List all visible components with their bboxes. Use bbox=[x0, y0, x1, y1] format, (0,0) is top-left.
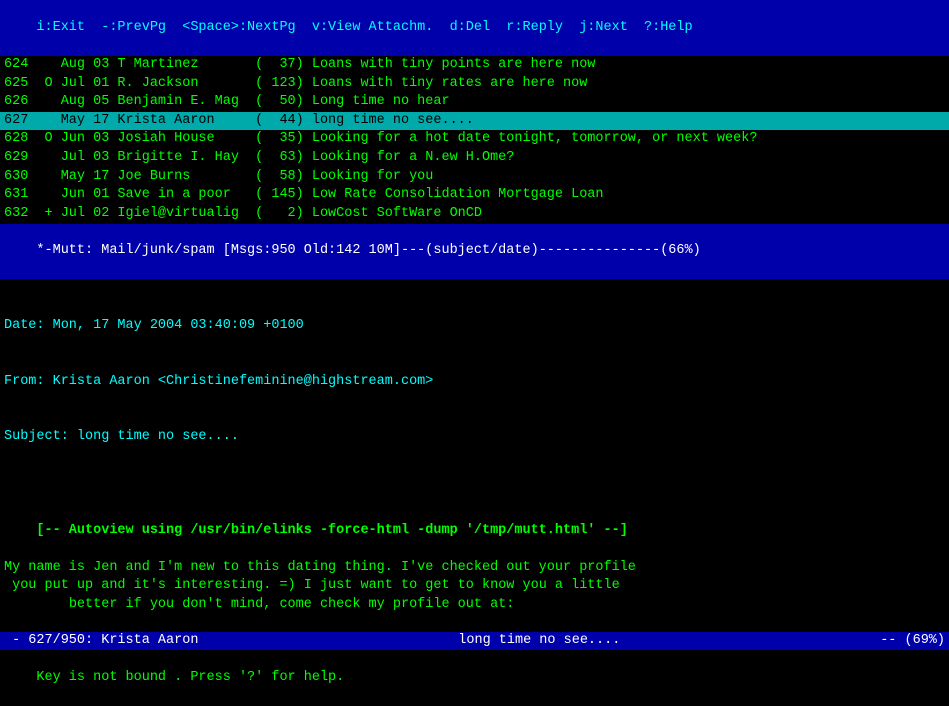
bottom-help-bar: Key is not bound . Press '?' for help. bbox=[0, 650, 949, 706]
email-row[interactable]: 631 Jun 01 Save in a poor ( 145) Low Rat… bbox=[0, 186, 949, 205]
bottom-status-right: -- (69%) bbox=[880, 632, 945, 651]
top-bar-label: i:Exit -:PrevPg <Space>:NextPg v:View At… bbox=[36, 20, 692, 35]
email-header: Date: Mon, 17 May 2004 03:40:09 +0100 Fr… bbox=[0, 279, 949, 484]
bottom-status-left: - 627/950: Krista Aaron bbox=[4, 632, 198, 651]
bottom-bar-label: Key is not bound . Press '?' for help. bbox=[36, 670, 344, 685]
top-menu-bar: i:Exit -:PrevPg <Space>:NextPg v:View At… bbox=[0, 0, 949, 56]
email-row[interactable]: 626 Aug 05 Benjamin E. Mag ( 50) Long ti… bbox=[0, 93, 949, 112]
email-row[interactable]: 627 May 17 Krista Aaron ( 44) long time … bbox=[0, 112, 949, 131]
autoview-header: [-- Autoview using /usr/bin/elinks -forc… bbox=[0, 503, 949, 559]
email-row[interactable]: 632 + Jul 02 Igiel@virtualig ( 2) LowCos… bbox=[0, 205, 949, 224]
email-row[interactable]: 628 O Jun 03 Josiah House ( 35) Looking … bbox=[0, 130, 949, 149]
email-body: My name is Jen and I'm new to this datin… bbox=[0, 559, 949, 632]
email-row[interactable]: 625 O Jul 01 R. Jackson ( 123) Loans wit… bbox=[0, 75, 949, 94]
bottom-status-center: long time no see.... bbox=[458, 632, 620, 651]
autoview-label: [-- Autoview using /usr/bin/elinks -forc… bbox=[36, 523, 627, 538]
email-row[interactable]: 624 Aug 03 T Martinez ( 37) Loans with t… bbox=[0, 56, 949, 75]
folder-status-bar: *-Mutt: Mail/junk/spam [Msgs:950 Old:142… bbox=[0, 224, 949, 280]
email-subject: Subject: long time no see.... bbox=[4, 428, 945, 447]
blank-line bbox=[0, 484, 949, 503]
email-list: 624 Aug 03 T Martinez ( 37) Loans with t… bbox=[0, 56, 949, 224]
bottom-status-bar: - 627/950: Krista Aaron long time no see… bbox=[0, 632, 949, 651]
email-date: Date: Mon, 17 May 2004 03:40:09 +0100 bbox=[4, 317, 945, 336]
terminal-screen: i:Exit -:PrevPg <Space>:NextPg v:View At… bbox=[0, 0, 949, 706]
email-row[interactable]: 629 Jul 03 Brigitte I. Hay ( 63) Looking… bbox=[0, 149, 949, 168]
status-bar-label: *-Mutt: Mail/junk/spam [Msgs:950 Old:142… bbox=[36, 243, 700, 258]
email-from: From: Krista Aaron <Christinefeminine@hi… bbox=[4, 373, 945, 392]
email-row[interactable]: 630 May 17 Joe Burns ( 58) Looking for y… bbox=[0, 168, 949, 187]
